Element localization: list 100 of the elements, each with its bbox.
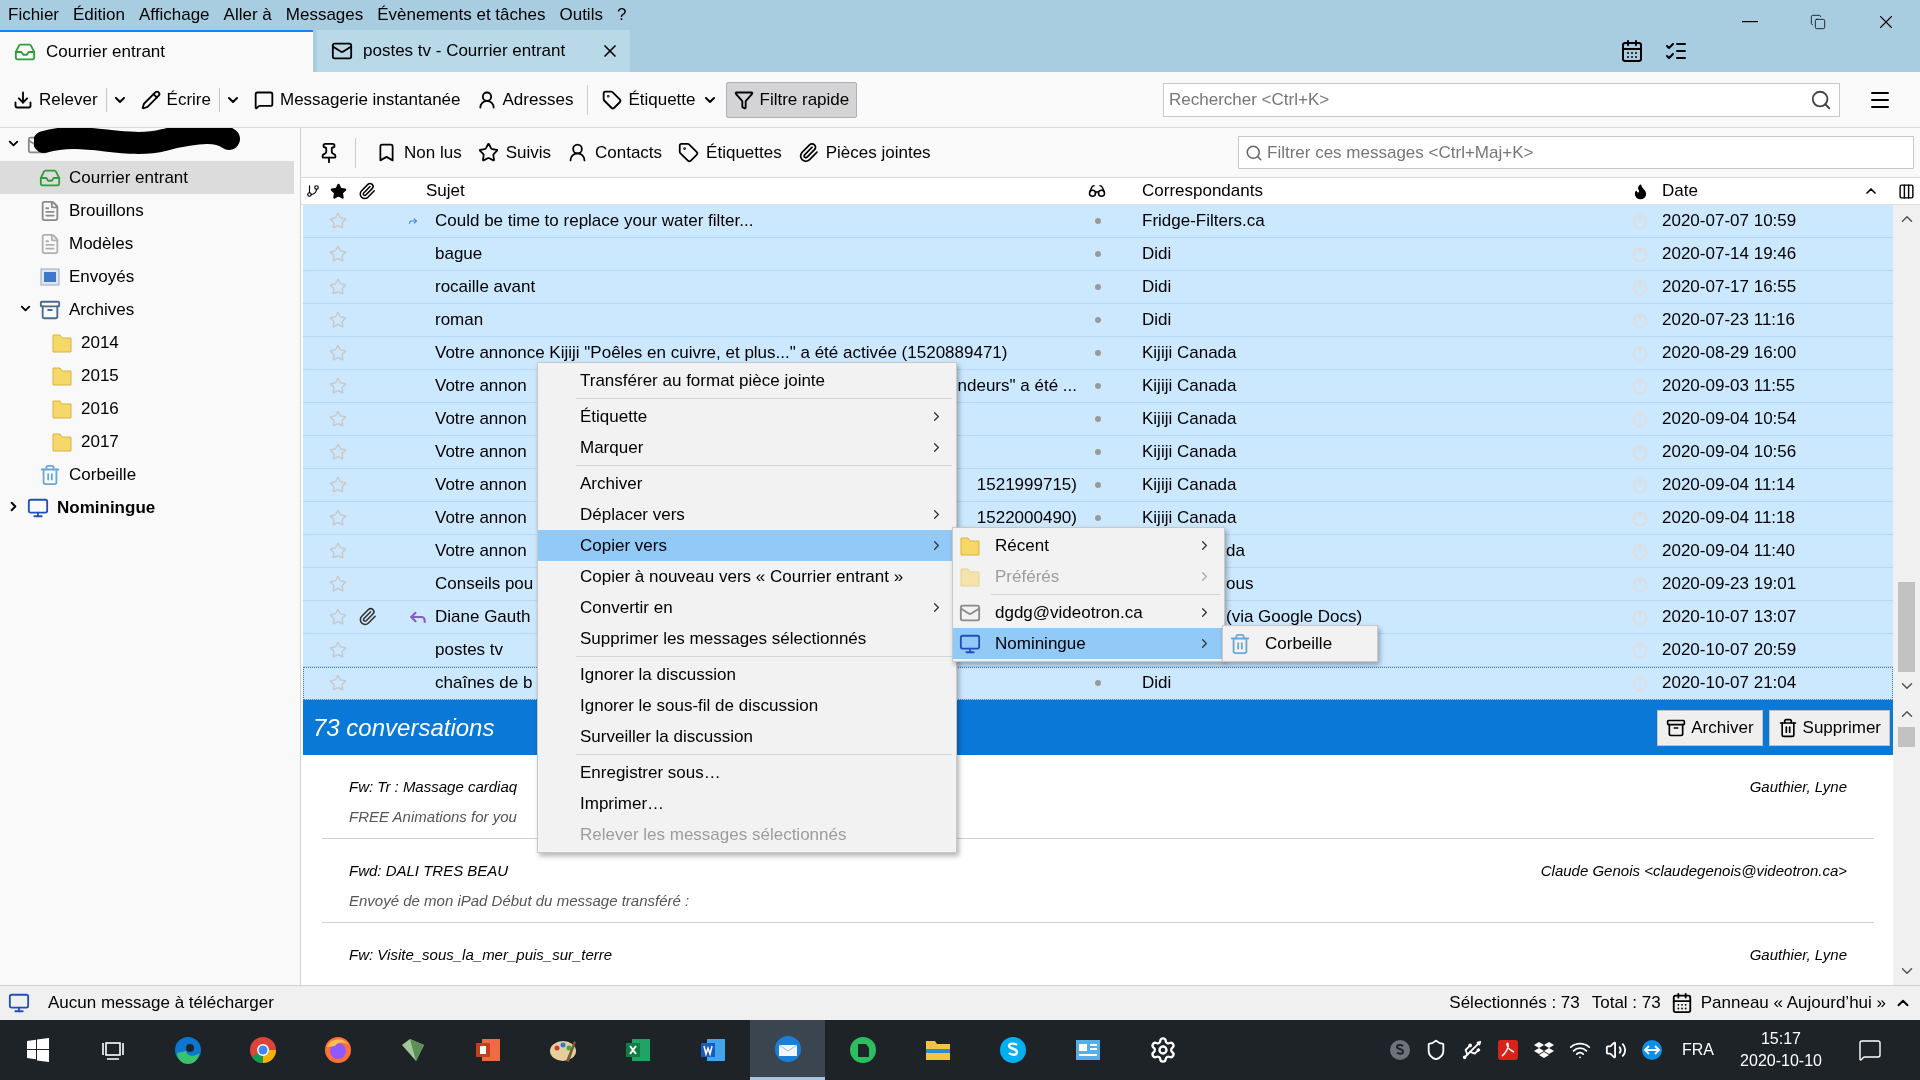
action-button[interactable]: Archiver	[1657, 709, 1763, 746]
star-icon[interactable]	[329, 182, 347, 200]
toolbar-button[interactable]: Écrire	[132, 81, 219, 118]
menu-bar-item[interactable]: Aller à	[216, 2, 279, 28]
folder-icon	[959, 534, 981, 557]
toolbar-button[interactable]: Filtre rapide	[725, 81, 858, 118]
menu-bar-item[interactable]: Fichier	[1, 2, 66, 28]
folder-item[interactable]: 2015	[0, 359, 294, 392]
folder-item[interactable]: 2016	[0, 392, 294, 425]
toolbar-button[interactable]: Étiquette	[594, 81, 726, 118]
folder-item[interactable]: 2014	[0, 326, 294, 359]
folder-item[interactable]: Brouillons	[0, 194, 294, 227]
menu-bar-item[interactable]: Affichage	[132, 2, 217, 28]
correspondent-name: Kijiji Canada	[1142, 408, 1237, 431]
mail-app-icon[interactable]	[772, 1033, 803, 1064]
calendar-icon[interactable]	[1620, 39, 1644, 63]
toolbar-button[interactable]: Messagerie instantanée	[246, 81, 469, 118]
notification-icon[interactable]	[1858, 1038, 1882, 1062]
browser-icon[interactable]	[322, 1035, 353, 1065]
message-subject: Votre annon	[435, 474, 527, 497]
message-subject: chaînes de b	[435, 672, 533, 695]
message-subject: Votre annonce Kijiji "Poêles en cuivre, et plus..." a été activée (1520889471)	[435, 342, 1008, 365]
folder-icon	[51, 397, 73, 420]
message-subject: ndeurs" a été ...	[957, 375, 1077, 398]
scrollbar-thumb[interactable]	[1898, 727, 1915, 747]
column-header[interactable]: Correspondants	[1130, 178, 1625, 204]
preview-subject[interactable]: Fwd: DALI TRES BEAU	[349, 859, 509, 883]
message-row[interactable]: Could be time to replace your water filter... Fridge-Filters.ca 2020-07-07 10:59	[303, 205, 1893, 238]
speaker-icon[interactable]	[1605, 1039, 1627, 1061]
browser-icon[interactable]	[172, 1035, 203, 1065]
pdf-app-icon[interactable]	[1497, 1039, 1519, 1061]
menu-bar-item[interactable]: Évènements et tâches	[370, 2, 553, 28]
message-subject: Votre annon	[435, 408, 527, 431]
filter-button[interactable]: Étiquettes	[670, 135, 790, 170]
chat-app-icon[interactable]	[997, 1035, 1028, 1065]
column-header[interactable]: Date	[1655, 178, 1863, 204]
folder-item[interactable]: Nominingue	[0, 491, 294, 524]
preview-subject[interactable]: Fw: Visite_sous_la_mer_puis_sur_terre	[349, 943, 613, 967]
menu-item[interactable]: Étiquette	[538, 401, 956, 432]
tab[interactable]: postes tv - Courrier entrant	[317, 30, 630, 72]
menu-bar-item[interactable]: Édition	[66, 2, 132, 28]
search-field[interactable]: Rechercher <Ctrl+K>	[1163, 82, 1840, 117]
taskbar-button[interactable]	[750, 1020, 825, 1080]
toolbar-button[interactable]: Adresses	[468, 81, 582, 118]
filter-button[interactable]: Pièces jointes	[789, 135, 939, 170]
scrollbar-thumb[interactable]	[1898, 582, 1915, 672]
thread-icon[interactable]	[306, 184, 320, 198]
today-pane-button[interactable]: Panneau « Aujourd’hui »	[1670, 990, 1920, 1016]
folder-item[interactable]: Archives	[0, 293, 294, 326]
message-row[interactable]: Votre annonce Kijiji "Poêles en cuivre, et plus..." a été activée (1520889471) Kijiji Canada 2020-08-29 16:00	[303, 337, 1893, 370]
message-row[interactable]: rocaille avant Didi 2020-07-17 16:55	[303, 271, 1893, 304]
document-app-icon[interactable]	[698, 1036, 727, 1064]
spreadsheet-app-icon[interactable]	[623, 1036, 652, 1064]
shield-icon[interactable]	[1425, 1039, 1447, 1061]
folder-item[interactable]: 2017	[0, 425, 294, 458]
message-row[interactable]: bague Didi 2020-07-14 19:46	[303, 238, 1893, 271]
menu-item[interactable]: Archiver	[538, 468, 956, 499]
menu-item[interactable]: Surveiller la discussion	[538, 721, 956, 752]
open-box-icon[interactable]	[1533, 1039, 1555, 1061]
menu-bar-item[interactable]: Messages	[278, 2, 371, 28]
preview-author: Claude Genois <claudegenois@videotron.ca>	[1540, 860, 1847, 881]
clock-time: 15:17	[1760, 1029, 1801, 1049]
archive-icon	[1666, 717, 1687, 738]
action-button[interactable]: Supprimer	[1768, 709, 1890, 746]
paperclip-icon[interactable]	[358, 182, 376, 200]
menu-item[interactable]: Enregistrer sous…	[538, 757, 956, 788]
folder-item[interactable]: Envoyés	[0, 260, 294, 293]
windows-logo-icon[interactable]	[25, 1038, 50, 1062]
filter-button[interactable]: Suivis	[469, 135, 559, 170]
presentation-app-icon[interactable]	[473, 1036, 502, 1064]
browser-icon[interactable]	[247, 1035, 278, 1065]
toolbar-button[interactable]: Relever	[5, 81, 106, 118]
preview-subject[interactable]: Fw: Tr : Massage cardiaq	[349, 775, 518, 799]
menu-bar-item[interactable]: ?	[609, 2, 634, 28]
arrows-circle-icon[interactable]	[1641, 1039, 1663, 1061]
glasses-icon[interactable]	[1088, 182, 1106, 200]
menu-item[interactable]: Copier à nouveau vers « Courrier entrant »	[538, 561, 956, 592]
settings-icon[interactable]	[1148, 1036, 1177, 1064]
input-language[interactable]: FRA	[1670, 1038, 1726, 1062]
folder-item[interactable]: Corbeille	[0, 458, 294, 491]
filter-button[interactable]: Non lus	[368, 135, 470, 170]
message-row[interactable]: roman Didi 2020-07-23 11:16	[303, 304, 1893, 337]
folder-item[interactable]: Courrier entrant	[0, 161, 294, 194]
message-subject: Votre annon	[435, 375, 527, 398]
menu-item[interactable]: Déplacer vers	[538, 499, 956, 530]
filter-field[interactable]: Filtrer ces messages <Ctrl+Maj+K>	[1238, 136, 1914, 169]
column-picker-icon[interactable]	[1898, 182, 1915, 200]
menu-item[interactable]: Imprimer…	[538, 788, 956, 819]
menu-item[interactable]: Corbeille	[1223, 628, 1377, 659]
usb-drive-icon[interactable]	[1461, 1039, 1483, 1061]
folder-item[interactable]: Modèles	[0, 227, 294, 260]
tag-icon	[678, 142, 700, 163]
menu-bar-item[interactable]: Outils	[552, 2, 610, 28]
clock[interactable]: 15:17 2020-10-10	[1726, 1028, 1836, 1072]
tab[interactable]: Courrier entrant	[0, 30, 313, 72]
menu-item[interactable]: Nominingue	[953, 628, 1224, 659]
filter-button[interactable]: Contacts	[559, 135, 671, 170]
column-header[interactable]: Sujet	[381, 178, 1085, 204]
correspondent-name: Kijiji Canada	[1142, 507, 1237, 530]
notes-app-icon[interactable]	[847, 1035, 878, 1065]
